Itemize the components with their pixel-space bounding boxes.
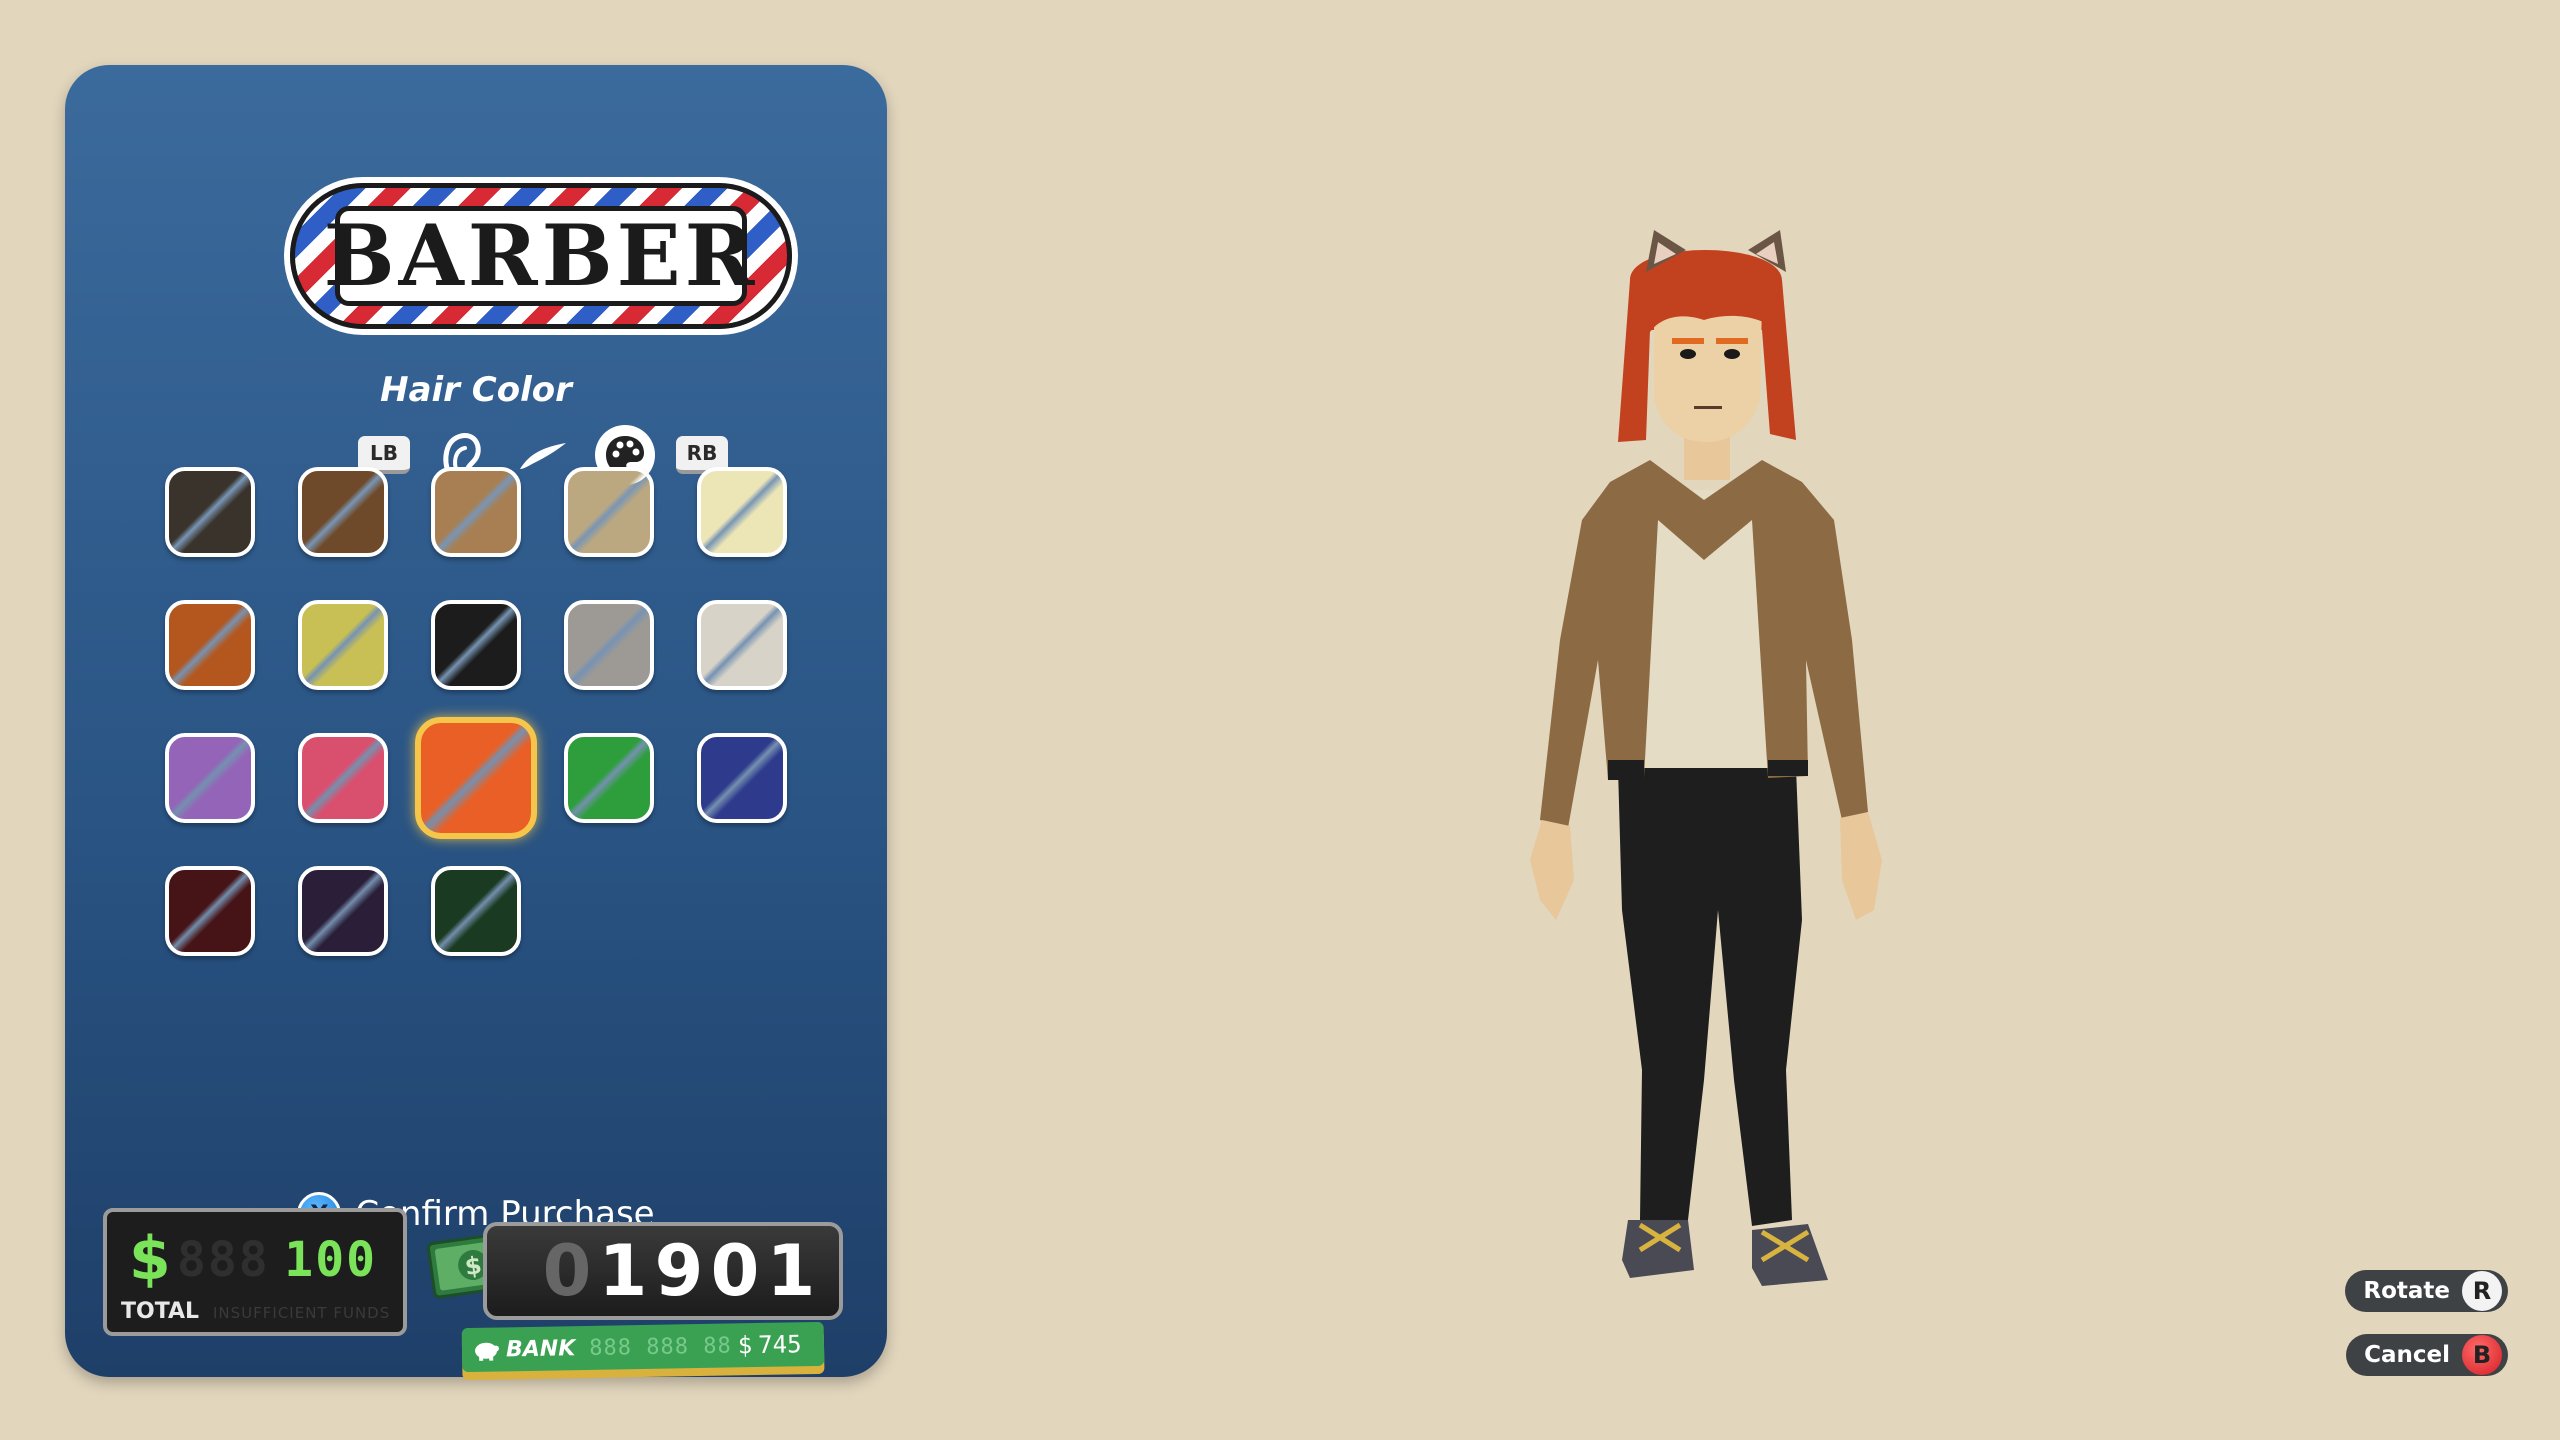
color-swatch[interactable] <box>165 866 255 956</box>
eyebrow-icon[interactable] <box>513 425 573 485</box>
color-swatch[interactable] <box>564 600 654 690</box>
left-hand <box>1530 820 1574 920</box>
bank-currency: $ <box>737 1331 753 1360</box>
color-swatch[interactable] <box>298 467 388 557</box>
cash-digit: 1 <box>598 1230 648 1312</box>
cash-digit: 9 <box>654 1230 704 1312</box>
b-button-icon: B <box>2462 1335 2502 1375</box>
color-swatch[interactable] <box>165 733 255 823</box>
rotate-hint[interactable]: Rotate R <box>2345 1270 2508 1312</box>
section-title: Hair Color <box>380 370 572 410</box>
r-stick-icon: R <box>2462 1271 2502 1311</box>
cash-digit: 0 <box>710 1230 760 1312</box>
total-display: $ 888 100 TOTAL INSUFFICIENT FUNDS <box>103 1208 407 1336</box>
color-swatch[interactable] <box>564 467 654 557</box>
color-swatch[interactable] <box>564 733 654 823</box>
bank-value: 745 <box>757 1330 802 1359</box>
bank-label: BANK <box>505 1335 576 1362</box>
barber-logo: BARBER <box>290 183 792 329</box>
cancel-label: Cancel <box>2364 1342 2450 1368</box>
color-swatch[interactable] <box>415 717 537 839</box>
character-preview <box>1530 230 1882 1286</box>
cash-digit: 0 <box>542 1230 592 1312</box>
color-swatch[interactable] <box>697 600 787 690</box>
bank-ghost-digits: 888 888 88 <box>589 1332 732 1361</box>
color-swatch[interactable] <box>298 866 388 956</box>
color-swatch[interactable] <box>165 600 255 690</box>
piggy-bank-icon <box>475 1342 500 1361</box>
color-swatch[interactable] <box>697 467 787 557</box>
face <box>1654 300 1762 442</box>
total-ghost-digits: 888 <box>177 1232 270 1288</box>
total-currency: $ <box>129 1224 171 1294</box>
color-swatch[interactable] <box>298 733 388 823</box>
insufficient-funds-label: INSUFFICIENT FUNDS <box>213 1304 391 1322</box>
color-swatch[interactable] <box>431 600 521 690</box>
left-shoe <box>1622 1220 1694 1278</box>
cash-odometer: 0 1 9 0 1 <box>483 1222 843 1320</box>
category-tabs: LB RB <box>358 423 728 487</box>
pants <box>1618 768 1802 1226</box>
color-swatch[interactable] <box>431 866 521 956</box>
cash-digit: 1 <box>766 1230 816 1312</box>
total-value: 100 <box>284 1232 377 1288</box>
right-hand <box>1840 812 1882 920</box>
total-label: TOTAL <box>121 1299 200 1324</box>
rotate-label: Rotate <box>2363 1278 2450 1304</box>
bank-display: BANK 888 888 88 $ 745 <box>461 1321 825 1373</box>
color-swatch[interactable] <box>431 467 521 557</box>
color-swatch[interactable] <box>298 600 388 690</box>
cancel-hint[interactable]: Cancel B <box>2346 1334 2508 1376</box>
shop-title: BARBER <box>323 206 759 305</box>
barber-panel: BARBER Hair Color LB RB Confirm Purchase <box>65 65 887 1377</box>
color-swatch[interactable] <box>165 467 255 557</box>
color-swatch[interactable] <box>697 733 787 823</box>
